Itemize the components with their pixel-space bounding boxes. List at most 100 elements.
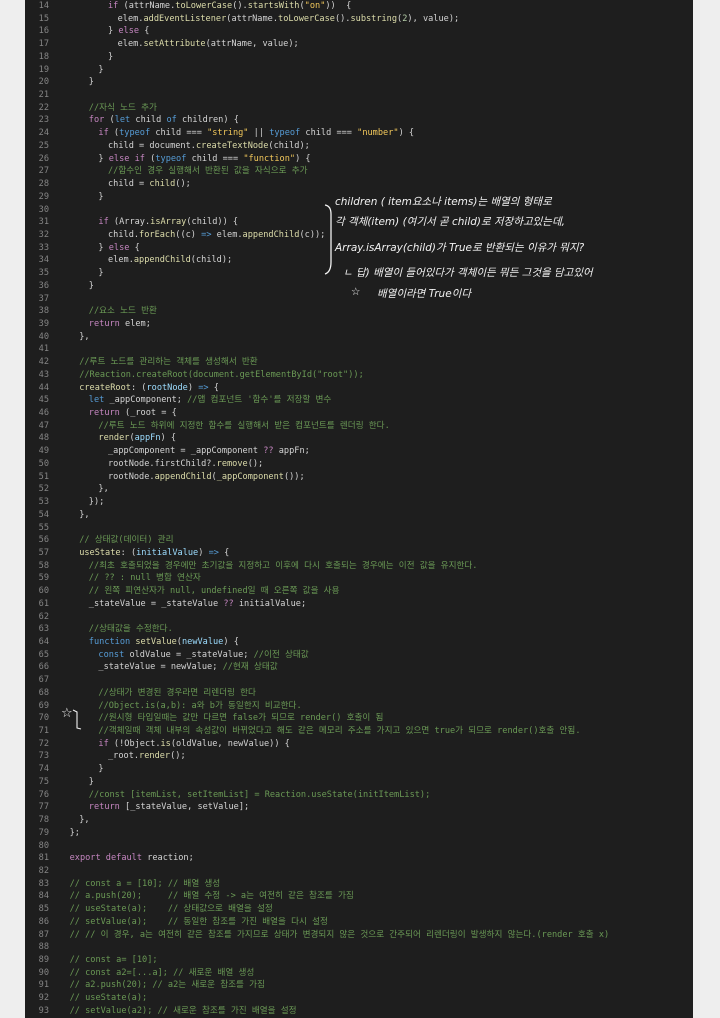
code-token: : ( [130, 382, 147, 393]
code-token: typeof [155, 153, 192, 164]
line-number: 22 [38, 102, 49, 113]
code-line: 87 // // 이 경우, a는 여전히 같은 참조를 가지므로 상태가 변경되… [25, 929, 693, 942]
code-token: { [129, 242, 140, 253]
code-line: 73 _root.render(); [25, 750, 693, 763]
line-number: 18 [38, 51, 49, 62]
code-token: //Reaction.createRoot(document.getElemen… [79, 369, 364, 380]
code-token: //상태값을 수정한다. [88, 624, 173, 635]
code-line: 14 if (attrName.toLowerCase().startsWith(… [25, 0, 693, 13]
code-line: 55 [25, 522, 693, 535]
code-line: 64 function setValue(newValue) { [25, 636, 693, 649]
code-line: 93 // setValue(a2); // 새로운 참조를 가진 배열을 설정 [25, 1005, 693, 1018]
code-token: // const a = [10]; // 배열 생성 [69, 878, 221, 889]
code-token: appendChild [242, 229, 300, 240]
code-token: { [224, 547, 230, 558]
code-token: } [108, 51, 114, 62]
code-text: } else { [98, 242, 139, 255]
code-token: substring [350, 13, 398, 24]
line-number: 87 [38, 929, 49, 940]
code-text: return [_stateValue, setValue]; [89, 801, 249, 814]
code-text: }, [79, 509, 89, 522]
code-token: child === [305, 128, 358, 139]
annotation-line-3: Array.isArray(child)가 True로 반환되는 이유가 뭐지? [335, 242, 585, 254]
code-line: 24 if (typeof child === "string" || typeo… [25, 127, 693, 140]
code-text: }; [70, 827, 80, 840]
line-number: 33 [38, 242, 49, 253]
code-text: elem.setAttribute(attrName, value); [118, 38, 299, 51]
code-token: } [98, 242, 109, 253]
code-token: child = document. [108, 140, 196, 151]
line-number: 50 [38, 458, 49, 469]
code-text: elem.appendChild(child); [108, 254, 232, 267]
code-text: //상태가 변경된 경우라면 리렌더링 한다 [98, 687, 256, 700]
code-line: 42 //루트 노드를 관리하는 객체를 생성해서 반환 [25, 356, 693, 369]
code-token: ), value); [407, 13, 460, 24]
line-number: 82 [38, 865, 49, 876]
code-token: isArray [150, 217, 187, 228]
code-token: // const a= [10]; [69, 955, 158, 965]
code-token: return [88, 408, 126, 419]
code-token: [_stateValue, setValue]; [125, 802, 250, 813]
code-text: _appComponent = _appComponent ?? appFn; [108, 445, 310, 458]
code-line: 16} else { [25, 25, 693, 38]
code-token: toLowerCase [278, 13, 335, 24]
code-text: _stateValue = newValue; //현재 상태값 [98, 661, 277, 674]
code-text: if (Array.isArray(child)) { [98, 216, 238, 229]
line-number: 35 [38, 268, 49, 279]
code-line: 15 elem.addEventListener(attrName.toLower… [25, 13, 693, 26]
code-token: render [98, 433, 130, 444]
line-number: 37 [38, 293, 49, 304]
code-text: //원시형 타입일때는 값만 다르면 false가 되므로 render() 호… [98, 712, 383, 725]
code-token: elem; [125, 319, 151, 329]
line-number: 29 [38, 191, 49, 202]
code-token: : ( [120, 547, 137, 558]
line-number: 75 [38, 776, 49, 787]
line-number: 36 [38, 280, 49, 291]
code-editor[interactable]: 14 if (attrName.toLowerCase().startsWith(… [25, 0, 693, 1018]
line-number: 42 [38, 357, 49, 368]
line-number: 72 [38, 738, 49, 749]
code-token: forEach [139, 229, 176, 240]
code-token: //원시형 타입일때는 값만 다르면 false가 되므로 render() 호… [98, 713, 384, 724]
line-number: 30 [38, 204, 49, 215]
code-token: return [88, 802, 126, 813]
code-line: 66 _stateValue = newValue; //현재 상태값 [25, 661, 693, 674]
code-token: reaction; [147, 853, 194, 864]
code-line: 58 //최초 호출되었을 경우에만 초기값을 지정하고 이후에 다시 호출되는 … [25, 560, 693, 573]
code-line: 92 // useState(a); [25, 992, 693, 1005]
code-text: } else { [108, 25, 149, 38]
code-text: } [98, 64, 103, 77]
code-token: } [98, 64, 104, 75]
code-token: // useState(a); // 상태값으로 배열을 설정 [69, 904, 273, 915]
code-token: rootNode. [108, 471, 155, 482]
line-number: 51 [38, 471, 49, 482]
code-line: 27 //함수인 경우 실행해서 반환된 값을 자식으로 추가 [25, 165, 693, 178]
code-line: 61 _stateValue = _stateValue ?? initialVa… [25, 598, 693, 611]
code-token: } [88, 776, 94, 787]
code-text: render(appFn) { [98, 432, 176, 445]
code-line: 56 // 상태값(데이터) 관리 [25, 534, 693, 547]
code-line: 88 [25, 941, 693, 954]
code-line: 57 useState: (initialValue) => { [25, 547, 693, 560]
code-token: (Array. [113, 217, 151, 228]
code-token: ) { [223, 637, 239, 647]
code-token: elem. [216, 229, 243, 240]
code-line: 18} [25, 51, 693, 64]
line-number: 62 [38, 611, 49, 622]
code-line: 65 const oldValue = _stateValue; //이전 상태값 [25, 649, 693, 662]
code-token: //함수인 경우 실행해서 반환된 값을 자식으로 추가 [108, 166, 308, 177]
annotation-line-4: ㄴ 답) 배열이 들어있다가 객체이든 뭐든 그것을 담고있어 [343, 267, 593, 279]
line-number: 57 [38, 547, 49, 558]
line-number: 19 [38, 64, 49, 75]
line-number: 91 [38, 980, 49, 991]
code-token: }, [79, 331, 90, 342]
code-token: export default [69, 853, 148, 864]
code-token: //루트 노드 하위에 지정한 함수를 실행해서 받은 컴포넌트를 렌더링 한다… [98, 420, 390, 431]
code-line: 89 // const a= [10]; [25, 954, 693, 967]
line-number: 17 [38, 39, 49, 50]
code-line: 63 //상태값을 수정한다. [25, 623, 693, 636]
code-token: for [88, 115, 110, 126]
code-token: => [208, 547, 225, 558]
code-text: child = child(); [108, 178, 191, 191]
code-line: 72 if (!Object.is(oldValue, newValue)) { [25, 738, 693, 751]
